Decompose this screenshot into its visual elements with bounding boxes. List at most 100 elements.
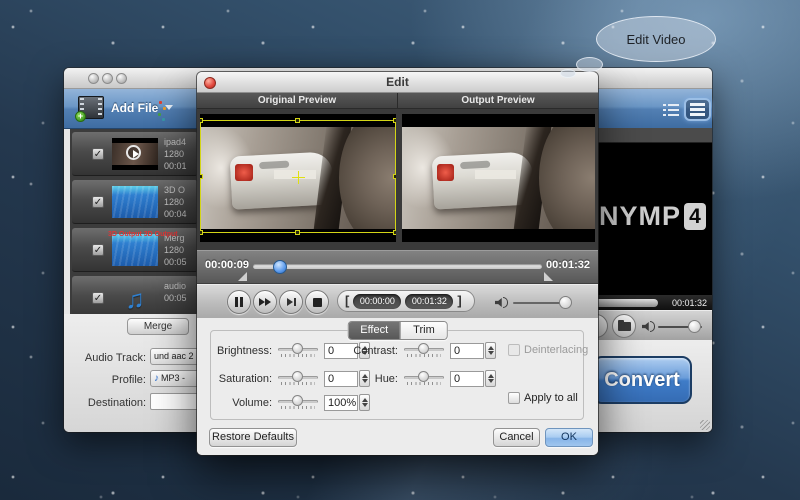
- contrast-stepper[interactable]: [485, 342, 496, 359]
- crop-handle[interactable]: [393, 230, 396, 235]
- timeline-thumb[interactable]: [273, 260, 287, 274]
- partial-toolbar-icon: [163, 107, 166, 110]
- main-seek-bar[interactable]: 00:01:32: [598, 295, 712, 310]
- contrast-slider[interactable]: [402, 343, 446, 359]
- file-row-3[interactable]: 3D Output 3D Output Merg 1280 00:05: [72, 228, 198, 272]
- file-name: audio: [164, 280, 198, 292]
- crop-handle[interactable]: [200, 174, 203, 179]
- timeline-track[interactable]: [253, 264, 542, 269]
- volume-stepper[interactable]: [359, 394, 370, 411]
- crop-center-crosshair: [292, 171, 305, 184]
- file-checkbox[interactable]: [92, 148, 104, 160]
- file-row-2[interactable]: 3D O 1280 00:04: [72, 180, 198, 224]
- edit-dialog: Edit Original Preview Output Preview: [197, 72, 598, 455]
- preview-area: [197, 109, 598, 250]
- trim-end-marker[interactable]: [544, 272, 553, 281]
- file-resolution: 1280: [164, 148, 198, 160]
- partial-toolbar-icon: [159, 101, 162, 104]
- crop-handle[interactable]: [295, 230, 300, 235]
- crop-selection-overlay[interactable]: [200, 120, 396, 233]
- hue-stepper[interactable]: [485, 370, 496, 387]
- speaker-wave-icon: [650, 321, 655, 332]
- crop-handle[interactable]: [200, 118, 203, 123]
- scene-taillight: [437, 164, 454, 181]
- file-info: ipad4 1280 00:01: [164, 136, 198, 172]
- pause-icon: [235, 297, 243, 307]
- trim-end-bracket-button[interactable]: ]: [457, 291, 461, 311]
- contrast-label: Contrast:: [336, 345, 398, 357]
- next-frame-icon: [287, 298, 296, 306]
- zoom-button-inactive[interactable]: [116, 73, 127, 84]
- saturation-label: Saturation:: [210, 373, 272, 385]
- volume-value[interactable]: 100%: [324, 395, 358, 411]
- close-button-inactive[interactable]: [88, 73, 99, 84]
- stop-button[interactable]: [305, 290, 329, 314]
- apply-to-all-label: Apply to all: [524, 392, 578, 404]
- trim-time-group: [ 00:00:00 00:01:32 ]: [337, 290, 475, 312]
- open-folder-button[interactable]: [612, 314, 636, 338]
- file-row-1[interactable]: ipad4 1280 00:01: [72, 132, 198, 176]
- thought-bubble-dot-small: [560, 69, 576, 78]
- trim-start-marker[interactable]: [238, 272, 247, 281]
- restore-defaults-button[interactable]: Restore Defaults: [209, 428, 297, 447]
- list-view-icon: [663, 104, 666, 116]
- file-name: ipad4: [164, 136, 198, 148]
- brightness-label: Brightness:: [210, 345, 272, 357]
- saturation-slider[interactable]: [276, 371, 320, 387]
- file-checkbox[interactable]: [92, 244, 104, 256]
- original-preview-label: Original Preview: [197, 93, 397, 108]
- destination-field[interactable]: [150, 393, 198, 410]
- file-list: ipad4 1280 00:01 3D O 1280 00:04 3D Outp…: [70, 129, 198, 314]
- current-time: 00:00:09: [205, 259, 249, 271]
- profile-select[interactable]: ♪MP3 -: [150, 370, 198, 387]
- cancel-button[interactable]: Cancel: [493, 428, 540, 447]
- effect-panel: Effect Trim Brightness: 0 Contrast: 0 De…: [197, 318, 598, 455]
- 3d-output-overlay: 3D Output 3D Output: [108, 231, 178, 238]
- trim-start-bracket-button[interactable]: [: [345, 291, 349, 311]
- crop-handle[interactable]: [200, 230, 203, 235]
- audio-track-select[interactable]: und aac 2: [150, 348, 198, 365]
- scene-license-plate: [475, 170, 516, 179]
- contrast-value[interactable]: 0: [450, 343, 484, 359]
- crop-handle[interactable]: [295, 118, 300, 123]
- merge-button[interactable]: Merge: [127, 318, 189, 335]
- add-file-label: Add File: [111, 101, 158, 115]
- file-checkbox[interactable]: [92, 196, 104, 208]
- minimize-button-inactive[interactable]: [102, 73, 113, 84]
- trim-start-time: 00:00:00: [353, 294, 401, 309]
- main-preview-panel: NYMP 4: [598, 128, 712, 295]
- file-row-4[interactable]: ♫ audio 00:05: [72, 276, 198, 314]
- main-volume-thumb[interactable]: [688, 320, 701, 333]
- list-view-button[interactable]: [661, 102, 681, 118]
- trim-end-time: 00:01:32: [405, 294, 453, 309]
- play-icon: [126, 145, 141, 160]
- ok-button[interactable]: OK: [545, 428, 593, 447]
- crop-handle[interactable]: [393, 118, 396, 123]
- playback-controls: [ 00:00:00 00:01:32 ]: [197, 284, 598, 318]
- pause-button[interactable]: [227, 290, 251, 314]
- deinterlacing-label: Deinterlacing: [524, 344, 588, 356]
- large-list-view-button[interactable]: [684, 98, 711, 121]
- tab-trim[interactable]: Trim: [400, 322, 447, 339]
- file-info: audio 00:05: [164, 280, 198, 304]
- scene-car-glass: [460, 161, 490, 169]
- convert-button[interactable]: Convert: [592, 356, 692, 404]
- next-frame-button[interactable]: [279, 290, 303, 314]
- deinterlacing-checkbox[interactable]: Deinterlacing: [508, 344, 588, 356]
- file-checkbox[interactable]: [92, 292, 104, 304]
- tab-effect[interactable]: Effect: [348, 322, 400, 339]
- hue-value[interactable]: 0: [450, 371, 484, 387]
- brightness-slider[interactable]: [276, 343, 320, 359]
- partial-toolbar-icon: [158, 113, 161, 116]
- dialog-tabs: Effect Trim: [347, 321, 448, 340]
- timeline-bar: 00:00:09 00:01:32: [197, 250, 598, 284]
- thought-bubble-dot: [576, 57, 603, 72]
- crop-handle[interactable]: [393, 174, 396, 179]
- hue-slider[interactable]: [402, 371, 446, 387]
- resize-grip[interactable]: [700, 420, 710, 430]
- dialog-volume-thumb[interactable]: [559, 296, 572, 309]
- fast-forward-button[interactable]: [253, 290, 277, 314]
- volume-effect-slider[interactable]: [276, 395, 320, 411]
- file-duration: 00:05: [164, 256, 198, 268]
- apply-to-all-checkbox[interactable]: Apply to all: [508, 392, 578, 404]
